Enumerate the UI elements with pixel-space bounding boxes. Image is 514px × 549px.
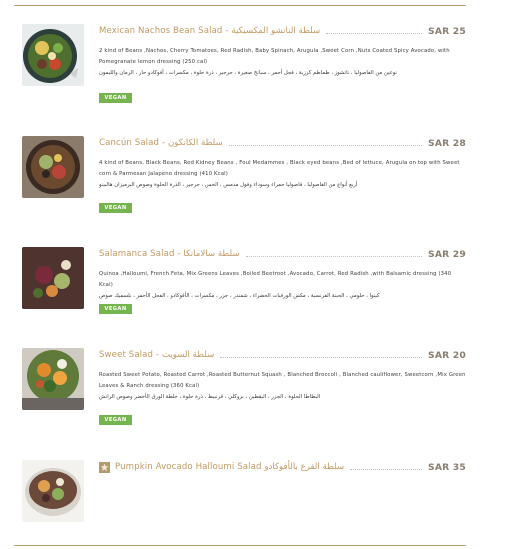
- item-price: SAR 35: [428, 461, 466, 473]
- description-arabic: البطاطا الحلوة ، الجزر ، اليقطين ، بروكل…: [99, 393, 321, 400]
- item-title[interactable]: Pumpkin Avocado Halloumi Salad سلطة القر…: [115, 462, 344, 472]
- menu-item-sweet-salad[interactable]: Sweet Salad - سلطة السويت SAR 20 Roasted…: [22, 348, 466, 428]
- description-english: 2 kind of Beans ,Nachos, Cherry Tomatoes…: [99, 48, 450, 65]
- menu-item-cancun[interactable]: Cancún Salad - سلطة الكانكون SAR 28 4 ki…: [22, 136, 466, 216]
- item-photo[interactable]: [22, 136, 84, 198]
- item-title[interactable]: Mexican Nachos Bean Salad - سلطة الناتشو…: [99, 26, 320, 36]
- item-photo[interactable]: [22, 24, 84, 86]
- item-price: SAR 28: [428, 137, 466, 149]
- top-divider: [14, 5, 466, 6]
- dotted-leader: [245, 255, 422, 257]
- description-english: Quinoa ,Halloumi, French Feta, Mix Green…: [99, 271, 452, 288]
- menu-item-mexican-nachos[interactable]: Mexican Nachos Bean Salad - سلطة الناتشو…: [22, 24, 466, 114]
- description-arabic: نوعين من الفاصوليا ، ناتشوز ، طماطم كرزي…: [99, 69, 397, 76]
- item-title[interactable]: Sweet Salad - سلطة السويت: [99, 350, 214, 360]
- description-arabic: أربع أنواع من الفاصوليا ، فاصوليا حمراء …: [99, 181, 358, 188]
- vegan-badge: VEGAN: [99, 415, 132, 425]
- item-price: SAR 29: [428, 248, 466, 260]
- vegan-badge: VEGAN: [99, 203, 132, 213]
- bottom-divider: [14, 545, 466, 546]
- item-description: Quinoa ,Halloumi, French Feta, Mix Green…: [99, 269, 466, 301]
- item-price: SAR 25: [428, 25, 466, 37]
- item-title[interactable]: Salamanca Salad - سلطة سالامانكا: [99, 249, 240, 259]
- description-english: Roasted Sweet Potato, Roasted Carrot ,Ro…: [99, 372, 466, 389]
- item-photo[interactable]: [22, 247, 84, 309]
- item-price: SAR 20: [428, 349, 466, 361]
- item-description: 4 kind of Beans, Black Beans, Red Kidney…: [99, 158, 466, 190]
- vegan-badge: VEGAN: [99, 93, 132, 103]
- star-icon: [100, 463, 109, 471]
- item-title[interactable]: Cancún Salad - سلطة الكانكون: [99, 138, 223, 148]
- description-english: 4 kind of Beans, Black Beans, Red Kidney…: [99, 160, 460, 177]
- menu-item-pumpkin-avocado-halloumi[interactable]: Pumpkin Avocado Halloumi Salad سلطة القر…: [22, 460, 466, 522]
- dotted-leader: [326, 32, 422, 34]
- dotted-leader: [220, 356, 422, 358]
- item-description: 2 kind of Beans ,Nachos, Cherry Tomatoes…: [99, 46, 466, 78]
- dotted-leader: [228, 144, 422, 146]
- item-description: Roasted Sweet Potato, Roasted Carrot ,Ro…: [99, 370, 466, 402]
- featured-badge: [99, 462, 110, 473]
- dotted-leader: [350, 468, 422, 470]
- description-arabic: كينوا ، حلومي ، الجبنة الفرنسية ، مكس ال…: [99, 292, 380, 299]
- item-photo[interactable]: [22, 348, 84, 410]
- item-photo[interactable]: [22, 460, 84, 522]
- menu-item-salamanca[interactable]: Salamanca Salad - سلطة سالامانكا SAR 29 …: [22, 247, 466, 317]
- vegan-badge: VEGAN: [99, 304, 132, 314]
